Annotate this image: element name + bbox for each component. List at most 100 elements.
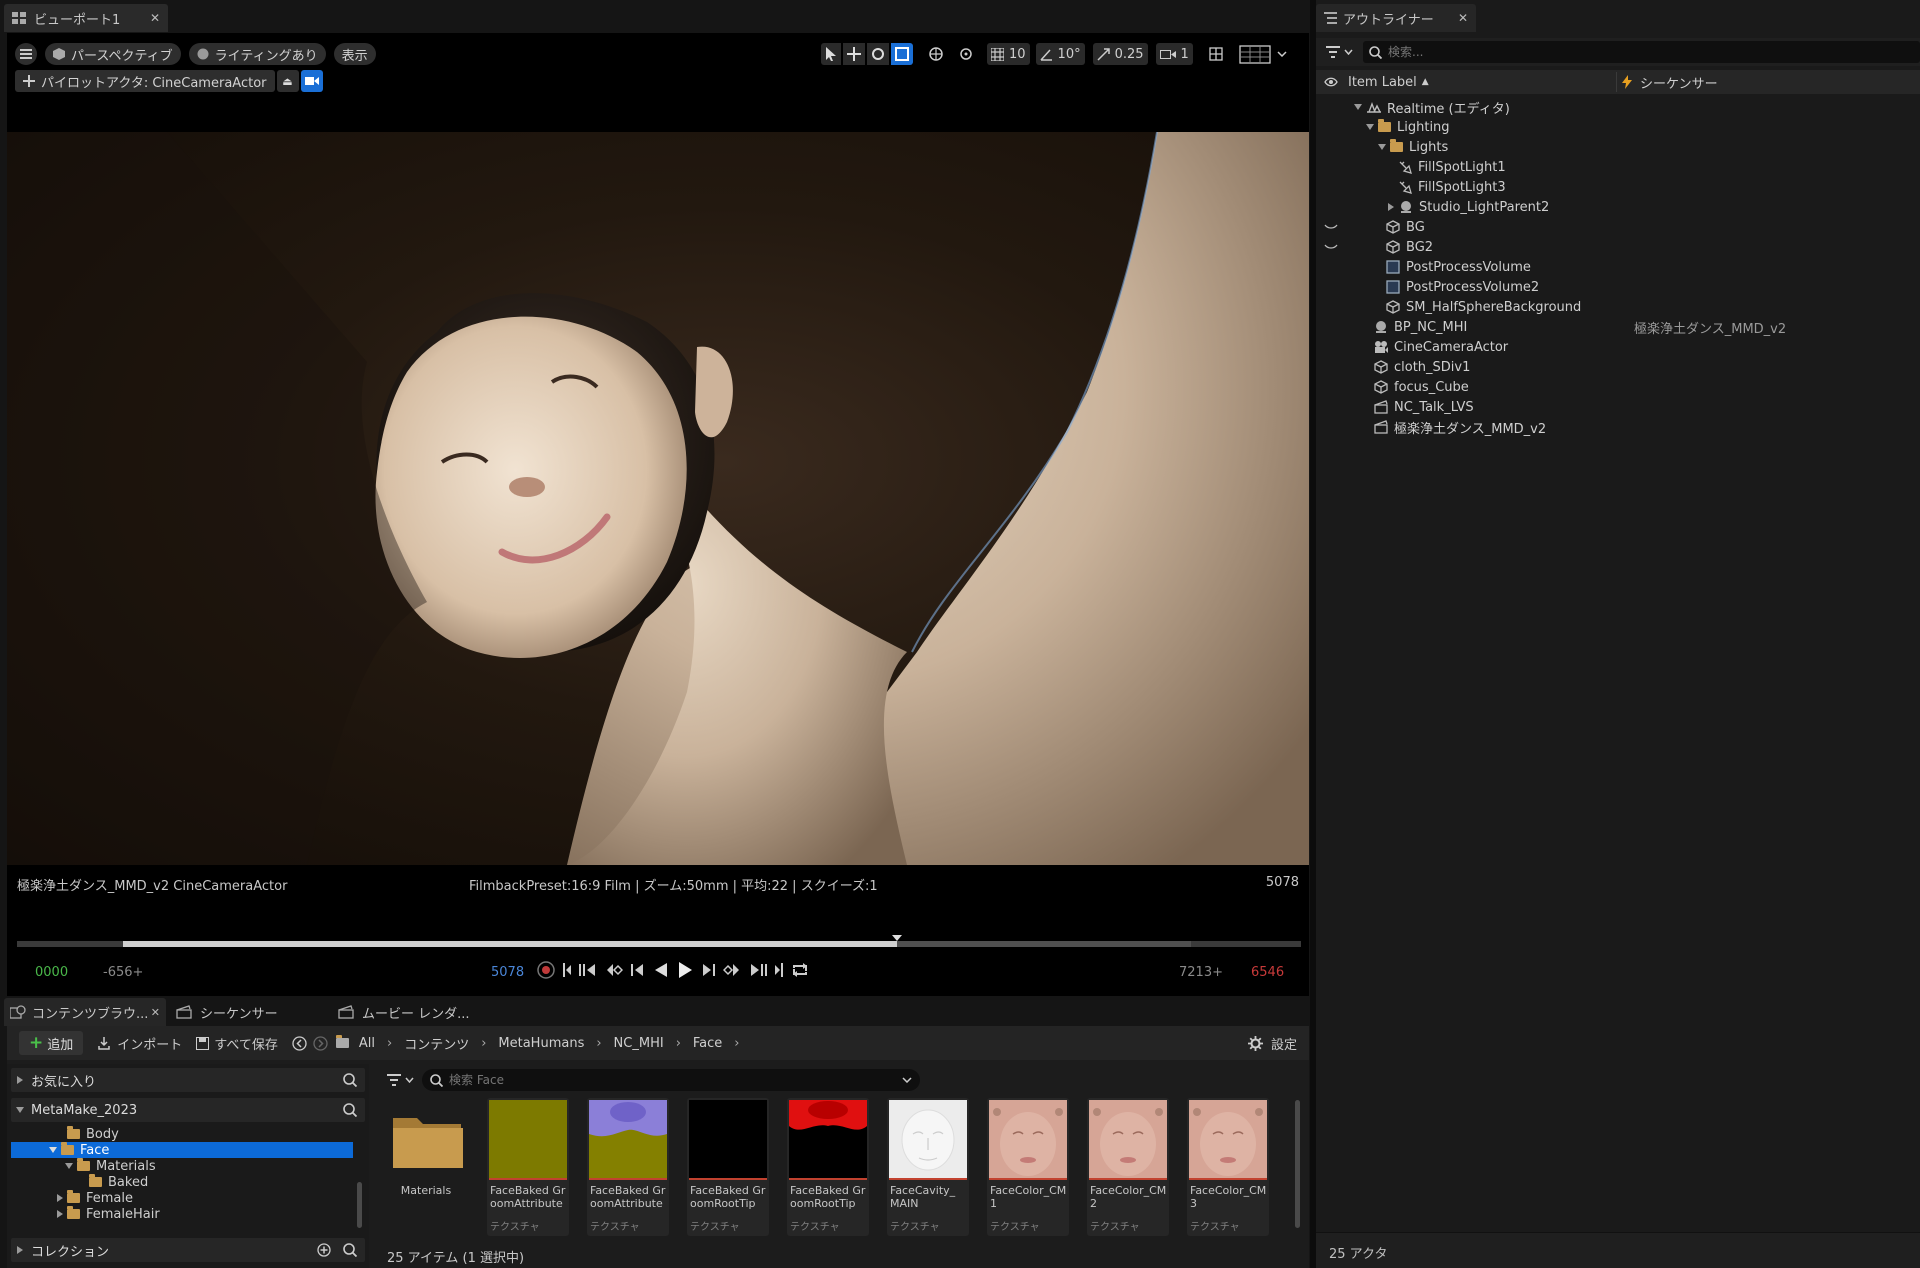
- table-row[interactable]: PostProcessVolume: [1316, 257, 1916, 277]
- viewport-menu-button[interactable]: [15, 43, 37, 65]
- project-expand-arrow-icon[interactable]: [16, 1107, 24, 1113]
- breadcrumb-separator-icon[interactable]: ›: [734, 1036, 739, 1051]
- expand-arrow-icon[interactable]: [1366, 124, 1374, 130]
- table-row[interactable]: Lighting: [1316, 117, 1916, 137]
- jump-to-start-icon[interactable]: [563, 962, 571, 978]
- asset-search-input[interactable]: [449, 1073, 889, 1087]
- asset-search-box[interactable]: [422, 1069, 920, 1091]
- timeline-track[interactable]: [17, 935, 1301, 947]
- collections-section-header[interactable]: コレクション: [11, 1238, 365, 1262]
- previous-key-icon[interactable]: [579, 962, 597, 978]
- step-back-key-icon[interactable]: [605, 962, 623, 978]
- table-row[interactable]: BP_NC_MHI 極楽浄土ダンス_MMD_v2: [1316, 317, 1916, 337]
- table-row[interactable]: PostProcessVolume2: [1316, 277, 1916, 297]
- panel-splitter[interactable]: [1310, 0, 1316, 1268]
- viewport-tab[interactable]: ビューポート1 ✕: [4, 4, 168, 32]
- table-row[interactable]: NC_Talk_LVS: [1316, 397, 1916, 417]
- asset-tile[interactable]: FaceBaked GroomAttribute テクスチャ: [487, 1098, 569, 1236]
- item-label-column-header[interactable]: Item Label: [1348, 75, 1417, 90]
- folder-tree-item[interactable]: FemaleHair: [57, 1206, 160, 1222]
- history-forward-icon[interactable]: [313, 1035, 328, 1051]
- add-button[interactable]: + 追加: [19, 1031, 84, 1055]
- asset-scrollbar[interactable]: [1295, 1100, 1300, 1228]
- breadcrumb-separator-icon[interactable]: ›: [676, 1036, 681, 1051]
- settings-button[interactable]: 設定: [1247, 1034, 1297, 1053]
- step-forward-frame-icon[interactable]: [701, 962, 715, 978]
- breadcrumb-separator-icon[interactable]: ›: [387, 1036, 392, 1051]
- project-search-icon[interactable]: [343, 1103, 357, 1117]
- asset-filter-chevron-down-icon[interactable]: [405, 1077, 414, 1083]
- grid-snap-button[interactable]: 10: [987, 43, 1030, 65]
- asset-tile[interactable]: FaceBaked GroomRootTip テクスチャ: [787, 1098, 869, 1236]
- folder-tree-item[interactable]: Baked: [89, 1174, 148, 1190]
- tab-sequencer[interactable]: シーケンサー: [172, 998, 332, 1026]
- viewport[interactable]: パースペクティブ ライティングあり 表示 パイロットアクタ: CineCamer…: [7, 33, 1309, 996]
- breadcrumb-item[interactable]: All: [359, 1036, 375, 1051]
- select-mode-button[interactable]: [821, 43, 841, 65]
- asset-filter-icon[interactable]: [387, 1074, 401, 1086]
- table-row[interactable]: Studio_LightParent2: [1316, 197, 1916, 217]
- save-all-button[interactable]: すべて保存: [196, 1034, 278, 1053]
- table-row[interactable]: BG2: [1316, 237, 1916, 257]
- breadcrumb-item[interactable]: MetaHumans: [498, 1036, 584, 1051]
- world-local-button[interactable]: [925, 43, 947, 65]
- content-browser-tab-close-icon[interactable]: ✕: [151, 1006, 160, 1019]
- favorites-collapse-arrow-icon[interactable]: [17, 1076, 23, 1084]
- outliner-filter-chevron-down-icon[interactable]: [1344, 49, 1353, 55]
- play-reverse-icon[interactable]: [653, 962, 669, 978]
- layout-button[interactable]: [1235, 43, 1291, 65]
- hidden-eye-icon[interactable]: [1324, 224, 1338, 230]
- table-row[interactable]: Lights: [1316, 137, 1916, 157]
- camera-lock-button[interactable]: [300, 70, 323, 92]
- add-collection-icon[interactable]: [317, 1243, 331, 1257]
- timeline-current[interactable]: 5078: [491, 965, 524, 980]
- outliner-search-box[interactable]: [1363, 41, 1920, 63]
- folder-tree-item[interactable]: Female: [57, 1190, 133, 1206]
- perspective-button[interactable]: パースペクティブ: [45, 43, 181, 65]
- outliner-filter-icon[interactable]: [1326, 46, 1340, 58]
- asset-tile[interactable]: FaceColor_CM2 テクスチャ: [1087, 1098, 1169, 1236]
- outliner-search-input[interactable]: [1388, 45, 1888, 59]
- table-row[interactable]: focus_Cube: [1316, 377, 1916, 397]
- hidden-eye-icon[interactable]: [1324, 244, 1338, 250]
- play-icon[interactable]: [677, 961, 693, 979]
- rotate-button[interactable]: [867, 43, 889, 65]
- column-divider[interactable]: [1616, 72, 1617, 92]
- asset-tile[interactable]: FaceCavity_ MAIN テクスチャ: [887, 1098, 969, 1236]
- sources-scrollbar[interactable]: [357, 1182, 362, 1228]
- history-back-icon[interactable]: [292, 1035, 307, 1051]
- record-icon[interactable]: [537, 961, 555, 979]
- translate-button[interactable]: [843, 43, 865, 65]
- breadcrumb-item[interactable]: NC_MHI: [614, 1036, 664, 1051]
- timeline-lower-bound[interactable]: -656+: [103, 965, 143, 980]
- asset-tile-folder[interactable]: Materials: [387, 1098, 469, 1236]
- table-row[interactable]: Realtime (エディタ): [1316, 97, 1916, 117]
- table-row[interactable]: CineCameraActor: [1316, 337, 1916, 357]
- favorites-section-header[interactable]: お気に入り: [11, 1068, 365, 1092]
- expand-arrow-icon[interactable]: [65, 1163, 73, 1169]
- collapse-arrow-icon[interactable]: [57, 1194, 63, 1202]
- tab-movie-render[interactable]: ムービー レンダ...: [334, 998, 494, 1026]
- table-row[interactable]: BG: [1316, 217, 1916, 237]
- breadcrumb-separator-icon[interactable]: ›: [596, 1036, 601, 1051]
- asset-search-chevron-down-icon[interactable]: [902, 1077, 912, 1083]
- expand-arrow-icon[interactable]: [1378, 144, 1386, 150]
- maximize-viewport-button[interactable]: [1205, 43, 1227, 65]
- table-row[interactable]: SM_HalfSphereBackground: [1316, 297, 1916, 317]
- timeline-end[interactable]: 6546: [1251, 965, 1284, 980]
- table-row[interactable]: FillSpotLight1: [1316, 157, 1916, 177]
- timeline-upper-bound[interactable]: 7213+: [1179, 965, 1223, 980]
- asset-tile[interactable]: FaceBaked GroomAttribute テクスチャ: [587, 1098, 669, 1236]
- pilot-actor-button[interactable]: パイロットアクタ: CineCameraActor: [15, 70, 275, 92]
- camera-speed-button[interactable]: 1: [1155, 43, 1193, 65]
- timeline-playhead[interactable]: [892, 935, 903, 941]
- breadcrumb-item[interactable]: コンテンツ: [404, 1034, 469, 1053]
- viewport-tab-close-icon[interactable]: ✕: [150, 11, 160, 25]
- collections-search-icon[interactable]: [343, 1243, 357, 1257]
- asset-tile[interactable]: FaceColor_CM3 テクスチャ: [1187, 1098, 1269, 1236]
- lighting-button[interactable]: ライティングあり: [188, 43, 326, 65]
- folder-tree-item[interactable]: Body: [67, 1126, 119, 1142]
- table-row[interactable]: 極楽浄土ダンス_MMD_v2: [1316, 417, 1916, 437]
- asset-tile[interactable]: FaceBaked GroomRootTip テクスチャ: [687, 1098, 769, 1236]
- collapse-arrow-icon[interactable]: [1388, 203, 1394, 211]
